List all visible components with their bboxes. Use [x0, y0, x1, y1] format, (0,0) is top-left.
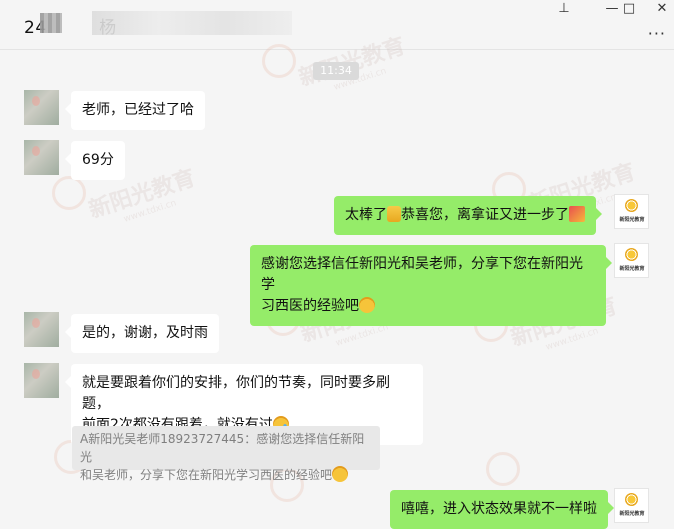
title-bar: 24 杨 ⊥ — □ ✕ ··· — [0, 0, 674, 50]
pin-icon[interactable]: ⊥ — [548, 0, 580, 18]
message-bubble-received[interactable]: 69分 — [65, 141, 125, 180]
message-text: 69分 — [82, 152, 114, 168]
message-text: 太棒了 — [345, 207, 387, 223]
sun-logo-icon — [625, 248, 638, 261]
sun-logo-icon — [625, 493, 638, 506]
maximize-icon[interactable]: □ — [613, 0, 645, 18]
close-icon[interactable]: ✕ — [646, 0, 674, 18]
message-text-line: 感谢您选择信任新阳光和吴老师，分享下您在新阳光学 — [261, 256, 583, 293]
contact-avatar[interactable] — [24, 140, 59, 175]
my-avatar[interactable]: 新阳光教育 — [614, 488, 649, 523]
watermark-logo-icon — [486, 452, 520, 486]
quoted-message[interactable]: A新阳光吴老师18923727445：感谢您选择信任新阳光 和吴老师，分享下您在… — [72, 426, 380, 482]
message-text-line: 习西医的经验吧 — [261, 298, 359, 314]
party-popper-icon — [569, 206, 585, 222]
contact-avatar[interactable] — [24, 363, 59, 398]
watermark-logo-icon — [52, 176, 86, 210]
smile-emoji-icon — [332, 466, 349, 482]
message-bubble-received[interactable]: 老师，已经过了哈 — [65, 91, 205, 130]
title-redaction — [40, 13, 62, 33]
my-avatar[interactable]: 新阳光教育 — [614, 243, 649, 278]
message-bubble-received[interactable]: 是的，谢谢，及时雨 — [65, 314, 219, 353]
thumbs-up-icon — [387, 206, 401, 222]
title-redaction-bar — [92, 11, 292, 35]
message-timestamp: 11:34 — [313, 62, 359, 80]
message-bubble-sent[interactable]: 太棒了 恭喜您，离拿证又进一步了 — [334, 196, 602, 235]
message-bubble-sent[interactable]: 嘻嘻，进入状态效果就不一样啦 — [390, 490, 614, 529]
message-text-line: 就是要跟着你们的安排，你们的节奏，同时要多刷题， — [82, 375, 390, 412]
smile-emoji-icon — [359, 297, 375, 313]
avatar-logo-text: 新阳光教育 — [619, 266, 645, 272]
contact-avatar[interactable] — [24, 90, 59, 125]
avatar-logo-text: 新阳光教育 — [619, 511, 645, 517]
contact-avatar[interactable] — [24, 312, 59, 347]
quote-line: 和吴老师，分享下您在新阳光学习西医的经验吧 — [80, 468, 333, 482]
avatar-logo-text: 新阳光教育 — [619, 217, 645, 223]
quote-line: A新阳光吴老师18923727445：感谢您选择信任新阳光 — [80, 432, 365, 464]
more-options-icon[interactable]: ··· — [648, 24, 666, 43]
watermark-url: www.tdxi.cn — [122, 198, 178, 225]
sun-logo-icon — [625, 199, 638, 212]
message-text: 嘻嘻，进入状态效果就不一样啦 — [401, 501, 597, 517]
message-text: 老师，已经过了哈 — [82, 102, 194, 118]
message-bubble-sent[interactable]: 感谢您选择信任新阳光和吴老师，分享下您在新阳光学 习西医的经验吧 — [250, 245, 612, 326]
message-text: 是的，谢谢，及时雨 — [82, 325, 208, 341]
message-text: 恭喜您，离拿证又进一步了 — [401, 207, 569, 223]
my-avatar[interactable]: 新阳光教育 — [614, 194, 649, 229]
